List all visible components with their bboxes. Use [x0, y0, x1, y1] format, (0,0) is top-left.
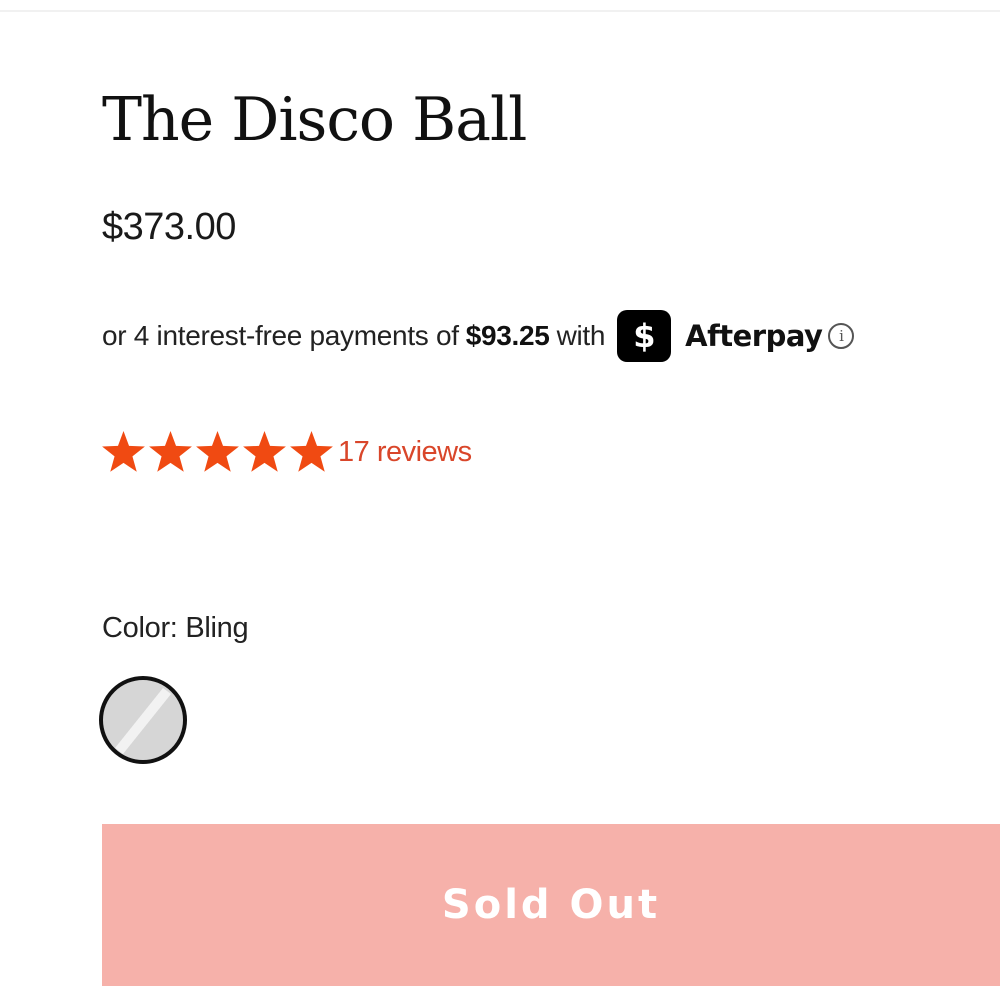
star-icon	[100, 429, 147, 476]
star-icon	[241, 429, 288, 476]
afterpay-brand-name: Afterpay	[685, 319, 823, 353]
product-price: $373.00	[102, 206, 236, 248]
star-icon	[288, 429, 335, 476]
bling-swatch-icon	[99, 676, 187, 764]
star-icon	[147, 429, 194, 476]
reviews-link[interactable]: 17 reviews	[338, 436, 472, 469]
product-rating[interactable]: 17 reviews	[100, 426, 472, 478]
afterpay-logo-glyph: $	[633, 317, 656, 355]
product-title: The Disco Ball	[102, 85, 527, 155]
star-icon	[194, 429, 241, 476]
top-divider	[0, 10, 1000, 12]
bling-swatch[interactable]	[97, 674, 189, 766]
afterpay-installments: or 4 interest-free payments of $93.25 wi…	[102, 310, 855, 362]
star-rating	[100, 429, 335, 476]
afterpay-suffix-text: with	[556, 320, 606, 351]
color-label: Color: Bling	[102, 612, 249, 644]
product-detail-page: The Disco Ball $373.00 or 4 interest-fre…	[0, 0, 1000, 1000]
afterpay-logo-icon: $	[617, 310, 672, 362]
info-glyph: i	[839, 326, 844, 345]
info-icon[interactable]: i	[828, 323, 855, 349]
afterpay-installment-amount: $93.25	[465, 320, 550, 351]
sold-out-button[interactable]: Sold Out	[102, 824, 1000, 986]
afterpay-prefix-text: or 4 interest-free payments of	[102, 320, 459, 351]
